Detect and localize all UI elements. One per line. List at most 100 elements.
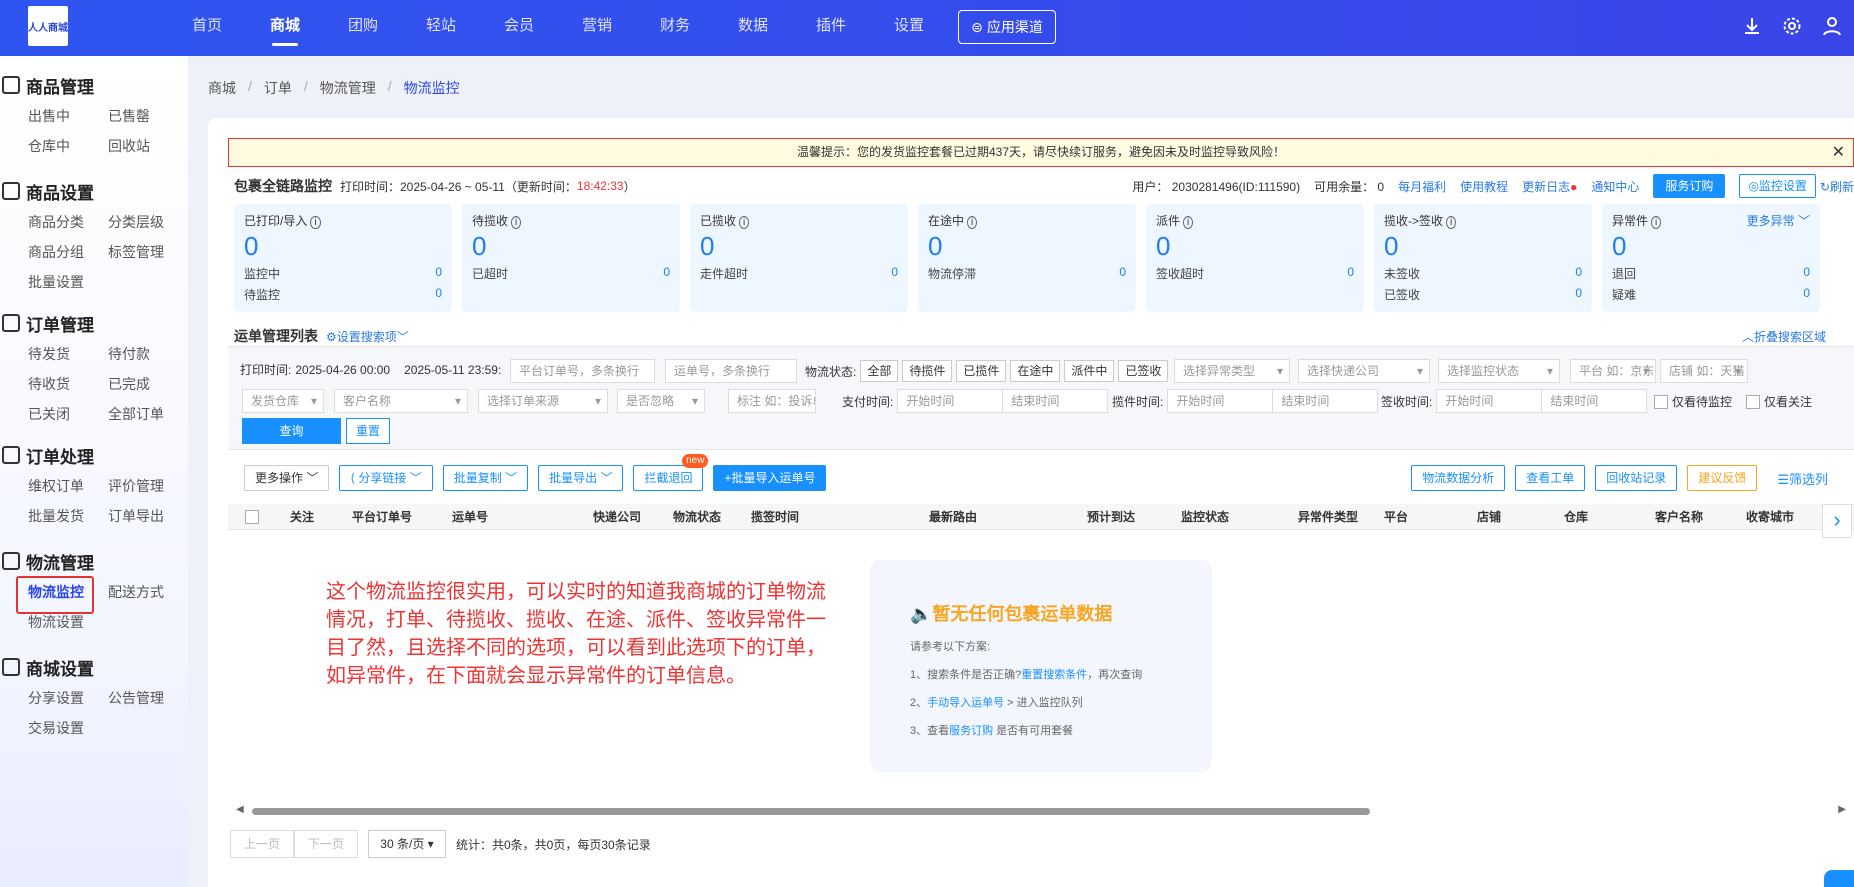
pay-start-input[interactable]: 开始时间 [897,389,1004,413]
column-header[interactable]: 最新路由 [929,504,977,530]
sidebar-item[interactable]: 待发货 [28,344,108,364]
card-row[interactable]: 签收超时 0 [1156,265,1354,282]
card-row[interactable]: 疑难 0 [1612,286,1810,303]
subscribe-button[interactable]: 服务订购 [1653,174,1726,198]
stat-card[interactable]: 异常件 i 0 退回 0 疑难 0 更多异常 ﹀ [1602,204,1820,312]
sidebar-item[interactable]: 批量发货 [28,506,108,526]
column-header[interactable]: 快递公司 [593,504,641,530]
nav-item-2[interactable]: 团购 [324,0,402,56]
status-tag[interactable]: 全部 [860,360,899,382]
filter-select[interactable]: 选择监控状态 ▾ [1438,359,1560,383]
page-size-select[interactable]: 30 条/页 ▾ [368,830,446,858]
filter-select[interactable]: 选择订单来源 ▾ [478,389,608,413]
scroll-right-icon[interactable]: ▶ [1838,804,1846,815]
sidebar-section-title[interactable]: 商城设置 [0,654,188,680]
horizontal-scrollbar[interactable]: ◀ ▶ [236,804,1846,816]
scroll-left-icon[interactable]: ◀ [236,804,244,815]
sidebar-item[interactable]: 出售中 [28,106,108,126]
sidebar-section-title[interactable]: 物流管理 [0,548,188,574]
logo[interactable]: 人人商城 [28,6,68,46]
pay-end-input[interactable]: 结束时间 [1002,389,1109,413]
card-row[interactable]: 已超时 0 [472,265,670,282]
stat-card[interactable]: 待揽收 i 0 已超时 0 [462,204,680,312]
nav-item-7[interactable]: 数据 [714,0,792,56]
download-icon[interactable] [1742,16,1762,36]
fold-search-link[interactable]: ︿折叠搜索区域 [1742,328,1826,345]
column-header[interactable]: 预计到达 [1087,504,1135,530]
sidebar-item[interactable]: 物流监控 [16,576,108,614]
sidebar-item[interactable]: 批量设置 [28,272,108,292]
tip-link[interactable]: 重置搜索条件 [1021,669,1087,681]
column-header[interactable]: 关注 [290,504,314,530]
sidebar-section-title[interactable]: 商品管理 [0,72,188,98]
card-row[interactable]: 退回 0 [1612,265,1810,282]
sidebar-item[interactable]: 已售罄 [108,106,188,126]
sidebar-item[interactable]: 已完成 [108,374,188,394]
stat-card[interactable]: 在途中 i 0 物流停滞 0 [918,204,1136,312]
sidebar-item[interactable]: 交易设置 [28,718,108,738]
platform-order-input[interactable]: 平台订单号，多条换行 [510,359,655,383]
card-row[interactable]: 监控中 0 [244,265,442,282]
column-header[interactable]: 平台订单号 [352,504,412,530]
column-header[interactable]: 客户名称 [1655,504,1703,530]
status-tag[interactable]: 在途中 [1010,360,1061,382]
user-icon[interactable] [1822,16,1842,36]
card-row[interactable]: 待监控 0 [244,286,442,303]
chevron-right-icon[interactable]: › [1822,504,1852,538]
nav-item-4[interactable]: 会员 [480,0,558,56]
sidebar-item[interactable]: 待收货 [28,374,108,394]
collect-end-input[interactable]: 结束时间 [1272,389,1379,413]
print-end-input[interactable]: 2025-05-11 23:59: [404,363,501,377]
waybill-input[interactable]: 运单号，多条换行 [665,359,797,383]
stat-card[interactable]: 派件 i 0 签收超时 0 [1146,204,1364,312]
nav-item-3[interactable]: 轻站 [402,0,480,56]
action-button-2[interactable]: 批量复制 ﹀ [442,465,529,491]
sidebar-section-title[interactable]: 商品设置 [0,178,188,204]
sidebar-item[interactable]: 已关闭 [28,404,108,424]
query-button[interactable]: 查询 [242,418,341,444]
nav-item-9[interactable]: 设置 [870,0,948,56]
right-action-0[interactable]: 物流数据分析 [1411,465,1506,491]
sidebar-item[interactable]: 配送方式 [108,582,188,602]
chat-icon[interactable] [1824,870,1854,887]
filter-select[interactable]: 发货仓库 ▾ [242,389,324,413]
breadcrumb-item[interactable]: 物流管理 [320,78,376,98]
sidebar-item[interactable]: 评价管理 [108,476,188,496]
stat-card[interactable]: 已揽收 i 0 走件超时 0 [690,204,908,312]
filter-select[interactable]: 选择异常类型 ▾ [1174,359,1290,383]
column-header[interactable]: 仓库 [1564,504,1588,530]
sidebar-item[interactable]: 商品分类 [28,212,108,232]
column-header[interactable]: 收寄城市 [1746,504,1794,530]
sidebar-item[interactable]: 商品分组 [28,242,108,262]
right-action-2[interactable]: 回收站记录 [1595,465,1678,491]
nav-item-6[interactable]: 财务 [636,0,714,56]
gear-icon[interactable] [1782,16,1802,36]
select-all-checkbox[interactable] [245,510,259,524]
sidebar-item[interactable]: 仓库中 [28,136,108,156]
refresh-button[interactable]: ↻刷新 [1820,178,1854,195]
sidebar-item[interactable]: 分享设置 [28,688,108,708]
monitor-settings-button[interactable]: ◎监控设置 [1739,174,1816,198]
sidebar-item[interactable]: 全部订单 [108,404,188,424]
status-tag[interactable]: 已签收 [1118,360,1169,382]
column-header[interactable]: 物流状态 [673,504,721,530]
only-pending-checkbox[interactable] [1654,394,1668,409]
next-page-button[interactable]: 下一页 [294,830,358,858]
only-follow-checkbox[interactable] [1746,394,1761,409]
nav-item-1[interactable]: 商城 [246,0,324,56]
breadcrumb-item[interactable]: 商城 [208,78,236,98]
card-row[interactable]: 未签收 0 [1384,265,1582,282]
sidebar-item[interactable]: 标签管理 [108,242,188,262]
breadcrumb-item[interactable]: 物流监控 [404,78,460,98]
filter-select[interactable]: 店铺 如：天猫 ▾ [1660,359,1748,383]
action-button-5[interactable]: +批量导入运单号 [713,465,827,491]
status-tag[interactable]: 待揽件 [902,360,953,382]
action-button-0[interactable]: 更多操作 ﹀ [244,465,330,491]
print-start-input[interactable]: 2025-04-26 00:00 [295,363,390,377]
column-header[interactable]: 店铺 [1477,504,1501,530]
action-button-3[interactable]: 批量导出 ﹀ [538,465,624,491]
notification-link[interactable]: 通知中心 [1591,178,1639,195]
monthly-welfare-link[interactable]: 每月福利 [1398,178,1446,195]
tip-link[interactable]: 手动导入运单号 [927,697,1004,709]
column-header[interactable]: 揽签时间 [751,504,799,530]
